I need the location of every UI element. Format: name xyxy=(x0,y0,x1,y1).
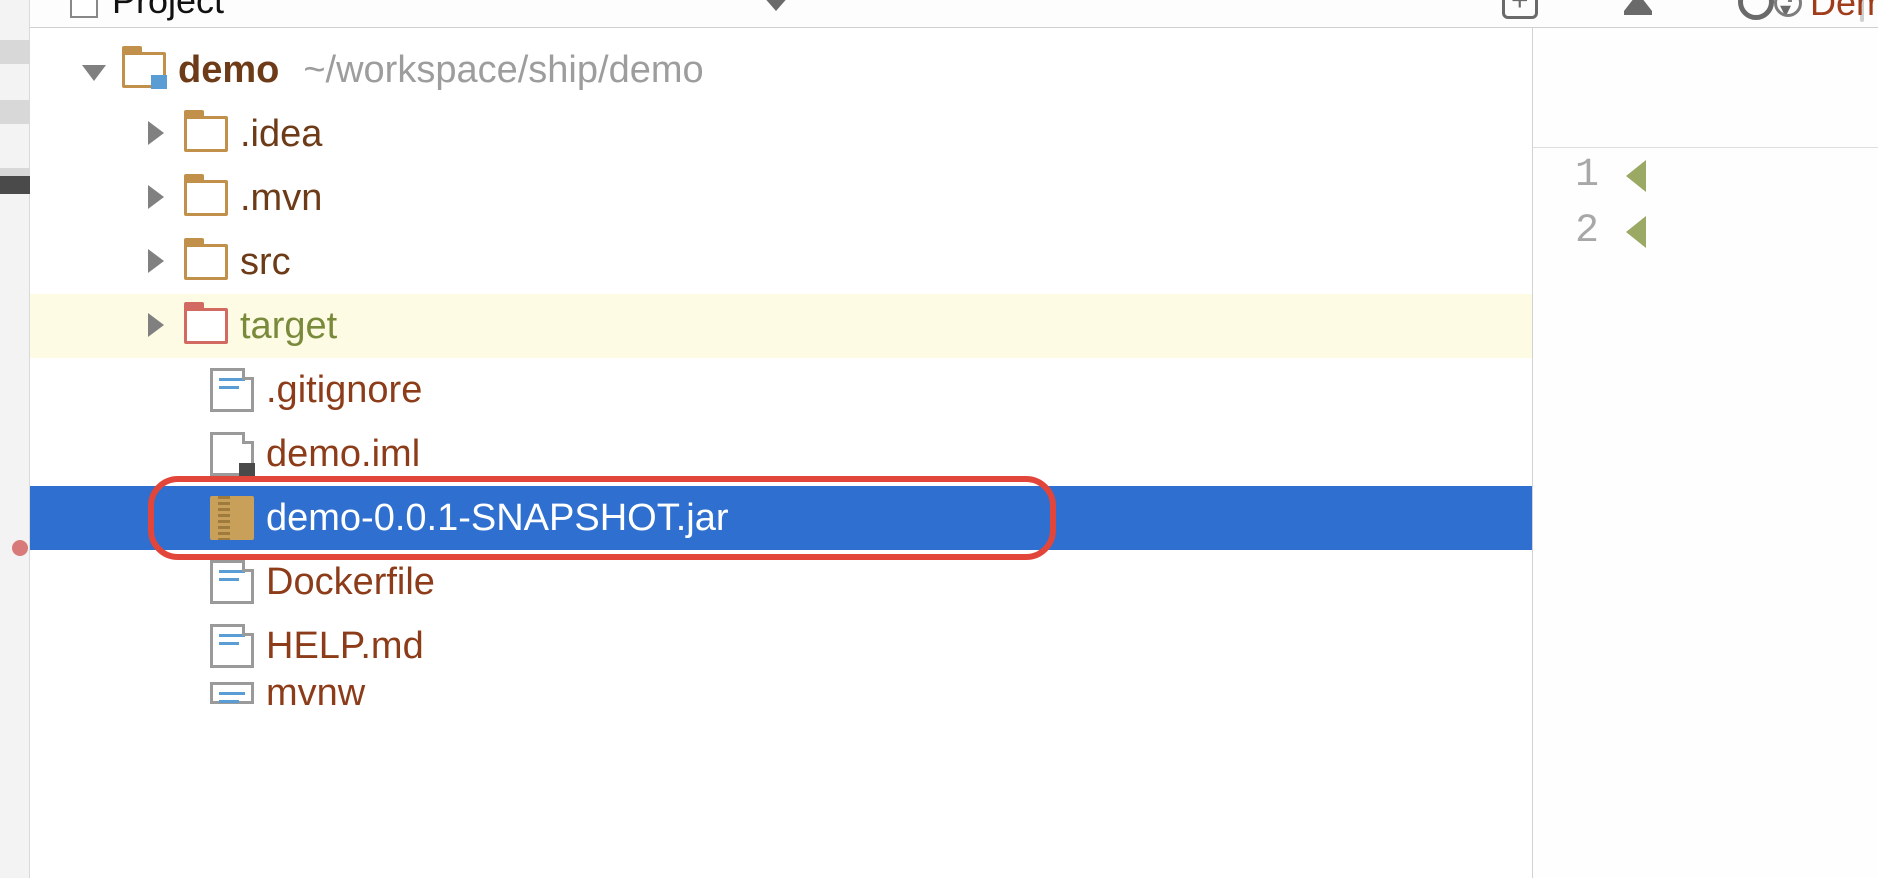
text-file-icon xyxy=(210,624,254,668)
text-file-icon xyxy=(210,368,254,412)
text-file-icon xyxy=(210,560,254,604)
locate-icon[interactable] xyxy=(1502,0,1538,19)
tree-root-row[interactable]: demo ~/workspace/ship/demo xyxy=(30,38,1532,102)
folder-icon xyxy=(184,116,228,152)
tree-row-dockerfile[interactable]: Dockerfile xyxy=(30,550,1532,614)
gutter-line-number[interactable]: 2 xyxy=(1533,204,1599,260)
project-tree[interactable]: demo ~/workspace/ship/demo .idea .mvn xyxy=(30,28,1533,878)
tree-row-helpmd[interactable]: HELP.md xyxy=(30,614,1532,678)
gutter-marker-icon[interactable] xyxy=(1626,160,1646,192)
expand-arrow-icon[interactable] xyxy=(148,249,164,273)
editor-tab-bar xyxy=(1533,28,1878,148)
tree-node-label: HELP.md xyxy=(266,625,424,668)
view-mode-dropdown-icon[interactable] xyxy=(762,0,790,11)
tree-row-idea[interactable]: .idea xyxy=(30,102,1532,166)
gutter-marker-icon[interactable] xyxy=(1626,216,1646,248)
folder-icon xyxy=(184,244,228,280)
tree-node-label: mvnw xyxy=(266,678,365,708)
expand-arrow-icon[interactable] xyxy=(148,121,164,145)
tree-node-label: src xyxy=(240,241,291,284)
tool-stub[interactable] xyxy=(0,100,30,124)
editor-gutter[interactable]: 1 2 xyxy=(1533,148,1623,260)
toolwindow-title-text: Project xyxy=(112,0,224,22)
left-toolwindow-strip[interactable] xyxy=(0,0,30,878)
main-split: demo ~/workspace/ship/demo .idea .mvn xyxy=(30,28,1878,878)
tree-row-iml[interactable]: demo.iml xyxy=(30,422,1532,486)
editor-tab[interactable]: Dem xyxy=(1774,0,1878,24)
tool-window-indicator-icon[interactable] xyxy=(12,540,28,556)
folder-icon xyxy=(184,180,228,216)
tree-node-label: Dockerfile xyxy=(266,561,435,604)
module-folder-icon xyxy=(122,52,166,88)
expand-arrow-icon[interactable] xyxy=(82,65,106,81)
project-toolbar: Project xyxy=(0,0,1878,28)
toolwindow-title[interactable]: Project xyxy=(70,0,742,22)
tool-stub[interactable] xyxy=(0,40,30,64)
gutter-line-number[interactable]: 1 xyxy=(1533,148,1599,204)
archive-file-icon xyxy=(210,496,254,540)
tree-row-jar[interactable]: demo-0.0.1-SNAPSHOT.jar xyxy=(30,486,1532,550)
tree-node-label: demo xyxy=(178,49,279,92)
tree-node-label: demo.iml xyxy=(266,433,420,476)
expand-arrow-icon[interactable] xyxy=(148,313,164,337)
expand-arrow-icon[interactable] xyxy=(148,185,164,209)
tool-stub[interactable] xyxy=(0,176,30,194)
editor-tab-label: Dem xyxy=(1810,0,1878,24)
tree-node-label: .idea xyxy=(240,113,322,156)
tree-row-mvnw[interactable]: mvnw xyxy=(30,678,1532,708)
project-view-icon xyxy=(70,0,98,18)
module-file-icon xyxy=(210,432,254,476)
tree-node-label: .mvn xyxy=(240,177,322,220)
editor-pane[interactable]: 1 2 xyxy=(1533,28,1878,878)
tree-node-label: demo-0.0.1-SNAPSHOT.jar xyxy=(266,497,729,540)
excluded-folder-icon xyxy=(184,308,228,344)
collapse-all-icon[interactable] xyxy=(1624,0,1652,11)
tree-row-gitignore[interactable]: .gitignore xyxy=(30,358,1532,422)
text-file-icon xyxy=(210,682,254,704)
spring-boot-run-icon xyxy=(1774,0,1802,17)
tree-row-mvn[interactable]: .mvn xyxy=(30,166,1532,230)
tree-row-src[interactable]: src xyxy=(30,230,1532,294)
tree-node-path: ~/workspace/ship/demo xyxy=(303,49,703,92)
tree-row-target[interactable]: target xyxy=(30,294,1532,358)
tree-node-label: .gitignore xyxy=(266,369,422,412)
settings-gear-icon[interactable] xyxy=(1738,0,1774,20)
tree-node-label: target xyxy=(240,305,337,348)
